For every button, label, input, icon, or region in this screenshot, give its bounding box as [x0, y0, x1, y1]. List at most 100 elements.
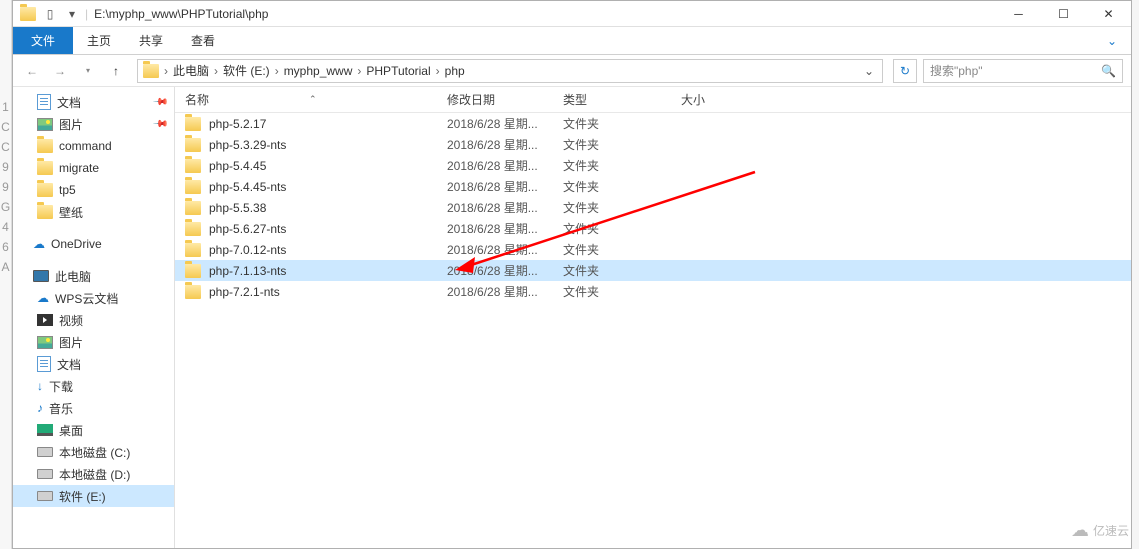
- sidebar-onedrive[interactable]: ☁OneDrive: [13, 233, 174, 255]
- sidebar-item[interactable]: migrate: [13, 157, 174, 179]
- file-row[interactable]: php-5.2.172018/6/28 星期...文件夹: [175, 113, 1131, 134]
- file-row[interactable]: php-7.0.12-nts2018/6/28 星期...文件夹: [175, 239, 1131, 260]
- sidebar-item[interactable]: tp5: [13, 179, 174, 201]
- qat-item-icon[interactable]: ▯: [41, 5, 59, 23]
- file-row[interactable]: php-5.3.29-nts2018/6/28 星期...文件夹: [175, 134, 1131, 155]
- doc-icon: [37, 94, 51, 110]
- minimize-button[interactable]: ─: [996, 1, 1041, 27]
- sidebar-item[interactable]: ☁WPS云文档: [13, 287, 174, 309]
- sidebar-item[interactable]: 图片: [13, 331, 174, 353]
- tab-view[interactable]: 查看: [177, 27, 229, 54]
- breadcrumb[interactable]: PHPTutorial: [363, 64, 433, 78]
- search-placeholder: 搜索"php": [930, 62, 1101, 79]
- file-tab[interactable]: 文件: [13, 27, 73, 54]
- file-row[interactable]: php-5.4.452018/6/28 星期...文件夹: [175, 155, 1131, 176]
- chevron-right-icon[interactable]: ›: [434, 64, 442, 78]
- sidebar-item[interactable]: 图片📌: [13, 113, 174, 135]
- column-type[interactable]: 类型: [563, 91, 681, 108]
- file-date: 2018/6/28 星期...: [447, 220, 563, 237]
- search-icon[interactable]: 🔍: [1101, 64, 1116, 78]
- sidebar-item-label: 软件 (E:): [59, 488, 106, 505]
- folder-icon: [185, 180, 201, 194]
- sidebar-item[interactable]: command: [13, 135, 174, 157]
- refresh-button[interactable]: ↻: [893, 59, 917, 83]
- folder-icon: [37, 183, 53, 197]
- chevron-right-icon[interactable]: ›: [355, 64, 363, 78]
- sidebar-item[interactable]: 壁纸: [13, 201, 174, 223]
- address-dropdown-icon[interactable]: ⌄: [858, 64, 880, 78]
- file-row[interactable]: php-5.5.382018/6/28 星期...文件夹: [175, 197, 1131, 218]
- gutter-char: G: [1, 200, 10, 214]
- breadcrumb[interactable]: 此电脑: [170, 62, 212, 79]
- pic-icon: [37, 118, 53, 131]
- sidebar-item[interactable]: 视频: [13, 309, 174, 331]
- column-size[interactable]: 大小: [681, 91, 761, 108]
- gutter-char: 9: [2, 160, 9, 174]
- breadcrumb[interactable]: myphp_www: [281, 64, 356, 78]
- folder-icon: [37, 161, 53, 175]
- navigation-pane[interactable]: 文档📌图片📌command migrate tp5 壁纸 ☁OneDrive 此电脑☁WP…: [13, 87, 175, 548]
- drive-icon: [37, 447, 53, 457]
- breadcrumb[interactable]: php: [442, 64, 468, 78]
- file-name: php-5.2.17: [209, 117, 266, 131]
- sidebar-item[interactable]: ♪音乐: [13, 397, 174, 419]
- column-name[interactable]: 名称⌃: [185, 91, 447, 108]
- watermark: ☁ 亿速云: [1071, 520, 1129, 541]
- close-button[interactable]: ✕: [1086, 1, 1131, 27]
- recent-dropdown-icon[interactable]: ▾: [77, 60, 99, 82]
- column-date[interactable]: 修改日期: [447, 91, 563, 108]
- ribbon-expand-icon[interactable]: ⌄: [1093, 27, 1131, 54]
- file-type: 文件夹: [563, 262, 681, 279]
- address-bar[interactable]: › 此电脑 › 软件 (E:) › myphp_www › PHPTutoria…: [137, 59, 883, 83]
- file-row[interactable]: php-5.6.27-nts2018/6/28 星期...文件夹: [175, 218, 1131, 239]
- folder-icon: [185, 117, 201, 131]
- window-title: E:\myphp_www\PHPTutorial\php: [88, 7, 996, 21]
- up-button[interactable]: ↑: [105, 60, 127, 82]
- tab-share[interactable]: 共享: [125, 27, 177, 54]
- qat-dropdown-icon[interactable]: ▾: [63, 5, 81, 23]
- chevron-right-icon[interactable]: ›: [273, 64, 281, 78]
- file-row[interactable]: php-7.2.1-nts2018/6/28 星期...文件夹: [175, 281, 1131, 302]
- maximize-button[interactable]: ☐: [1041, 1, 1086, 27]
- file-type: 文件夹: [563, 220, 681, 237]
- sidebar-item[interactable]: 文档: [13, 353, 174, 375]
- video-icon: [37, 314, 53, 326]
- file-date: 2018/6/28 星期...: [447, 157, 563, 174]
- sidebar-this-pc[interactable]: 此电脑: [13, 265, 174, 287]
- file-date: 2018/6/28 星期...: [447, 115, 563, 132]
- breadcrumb[interactable]: 软件 (E:): [220, 62, 273, 79]
- sidebar-item-label: 桌面: [59, 422, 83, 439]
- column-headers: 名称⌃ 修改日期 类型 大小: [175, 87, 1131, 113]
- tab-home[interactable]: 主页: [73, 27, 125, 54]
- dl-icon: ↓: [37, 379, 43, 393]
- folder-icon: [37, 205, 53, 219]
- sidebar-item-label: 本地磁盘 (C:): [59, 444, 130, 461]
- sidebar-item[interactable]: 本地磁盘 (C:): [13, 441, 174, 463]
- title-bar: ▯ ▾ | E:\myphp_www\PHPTutorial\php ─ ☐ ✕: [13, 1, 1131, 27]
- sidebar-item[interactable]: 文档📌: [13, 91, 174, 113]
- sidebar-item[interactable]: 本地磁盘 (D:): [13, 463, 174, 485]
- chevron-right-icon[interactable]: ›: [212, 64, 220, 78]
- back-button[interactable]: ←: [21, 60, 43, 82]
- page-gutter: 1CC99G46A: [0, 0, 12, 549]
- music-icon: ♪: [37, 401, 43, 415]
- search-input[interactable]: 搜索"php" 🔍: [923, 59, 1123, 83]
- pc-icon: [33, 270, 49, 282]
- folder-icon: [37, 139, 53, 153]
- sidebar-item-label: 视频: [59, 312, 83, 329]
- desk-icon: [37, 424, 53, 436]
- file-row[interactable]: php-7.1.13-nts2018/6/28 星期...文件夹: [175, 260, 1131, 281]
- sidebar-item-label: 下载: [49, 378, 73, 395]
- gutter-char: C: [1, 140, 10, 154]
- chevron-right-icon[interactable]: ›: [162, 64, 170, 78]
- forward-button[interactable]: →: [49, 60, 71, 82]
- file-name: php-5.4.45: [209, 159, 266, 173]
- sidebar-item[interactable]: ↓ 下载: [13, 375, 174, 397]
- sidebar-item-label: OneDrive: [51, 237, 102, 251]
- folder-icon: [19, 5, 37, 23]
- sidebar-item-label: 壁纸: [59, 204, 83, 221]
- sidebar-item-label: migrate: [59, 161, 99, 175]
- sidebar-item[interactable]: 桌面: [13, 419, 174, 441]
- file-row[interactable]: php-5.4.45-nts2018/6/28 星期...文件夹: [175, 176, 1131, 197]
- sidebar-item[interactable]: 软件 (E:): [13, 485, 174, 507]
